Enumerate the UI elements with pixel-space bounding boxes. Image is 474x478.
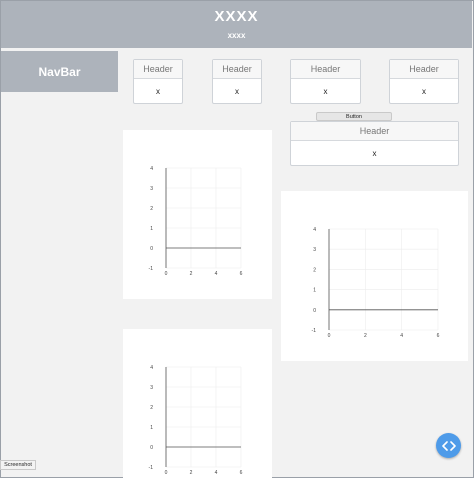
y-tick-label: 4 [150,166,153,172]
x-tick-label: 0 [328,333,331,339]
x-tick-label: 4 [400,333,403,339]
code-icon [441,440,456,451]
y-tick-label: 4 [313,227,316,233]
card-5: Header x [290,121,459,166]
card-header: Header [291,122,458,141]
y-tick-label: 2 [150,206,153,212]
card-header: Header [390,60,458,79]
page-title: XXXX [214,8,259,25]
card-3: Header x [290,59,361,104]
x-tick-label: 6 [240,271,243,277]
x-tick-label: 4 [215,470,218,476]
y-tick-label: 1 [150,226,153,232]
y-tick-label: -1 [312,328,317,334]
plot-2-svg: -1 0 1 2 3 4 0 2 4 6 [312,227,440,339]
y-tick-label: 3 [150,385,153,391]
y-tick-label: 2 [313,267,316,273]
y-tick-label: 1 [313,288,316,294]
x-tick-label: 0 [165,470,168,476]
card-value: x [323,86,328,96]
y-tick-label: 4 [150,365,153,371]
y-tick-label: 3 [150,186,153,192]
plot-3-svg: -1 0 1 2 3 4 0 2 4 6 [149,365,243,476]
x-tick-label: 2 [190,271,193,277]
card-header: Header [213,60,261,79]
x-tick-label: 6 [240,470,243,476]
y-tick-label: 0 [150,246,153,252]
plot-panel-1: -1 0 1 2 3 4 0 2 4 6 [123,130,272,299]
page-subtitle: xxxx [227,31,246,40]
y-tick-label: 3 [313,247,316,253]
y-tick-label: 1 [150,425,153,431]
action-button[interactable]: Button [316,112,392,121]
plot-panel-2: -1 0 1 2 3 4 0 2 4 6 [281,191,468,361]
x-tick-label: 2 [364,333,367,339]
plot-panel-3: -1 0 1 2 3 4 0 2 4 6 [123,329,272,478]
card-1: Header x [133,59,183,104]
x-tick-label: 0 [165,271,168,277]
y-tick-label: 0 [313,308,316,314]
y-tick-label: -1 [149,465,154,471]
code-toggle-button[interactable] [436,433,461,458]
navbar-label: NavBar [38,64,81,79]
card-header: Header [291,60,360,79]
card-value: x [422,86,426,96]
card-header: Header [134,60,182,79]
y-tick-label: 0 [150,445,153,451]
card-2: Header x [212,59,262,104]
card-value: x [372,148,377,158]
x-tick-label: 4 [215,271,218,277]
plot-1-svg: -1 0 1 2 3 4 0 2 4 6 [149,166,243,277]
y-tick-label: -1 [149,266,154,272]
card-value: x [235,86,239,96]
navbar[interactable]: NavBar [1,51,118,92]
y-tick-label: 2 [150,405,153,411]
x-tick-label: 2 [190,470,193,476]
x-tick-label: 6 [437,333,440,339]
card-4: Header x [389,59,459,104]
card-value: x [156,86,160,96]
screenshot-button[interactable]: Screenshot [0,460,36,470]
top-header: XXXX xxxx [1,1,472,48]
